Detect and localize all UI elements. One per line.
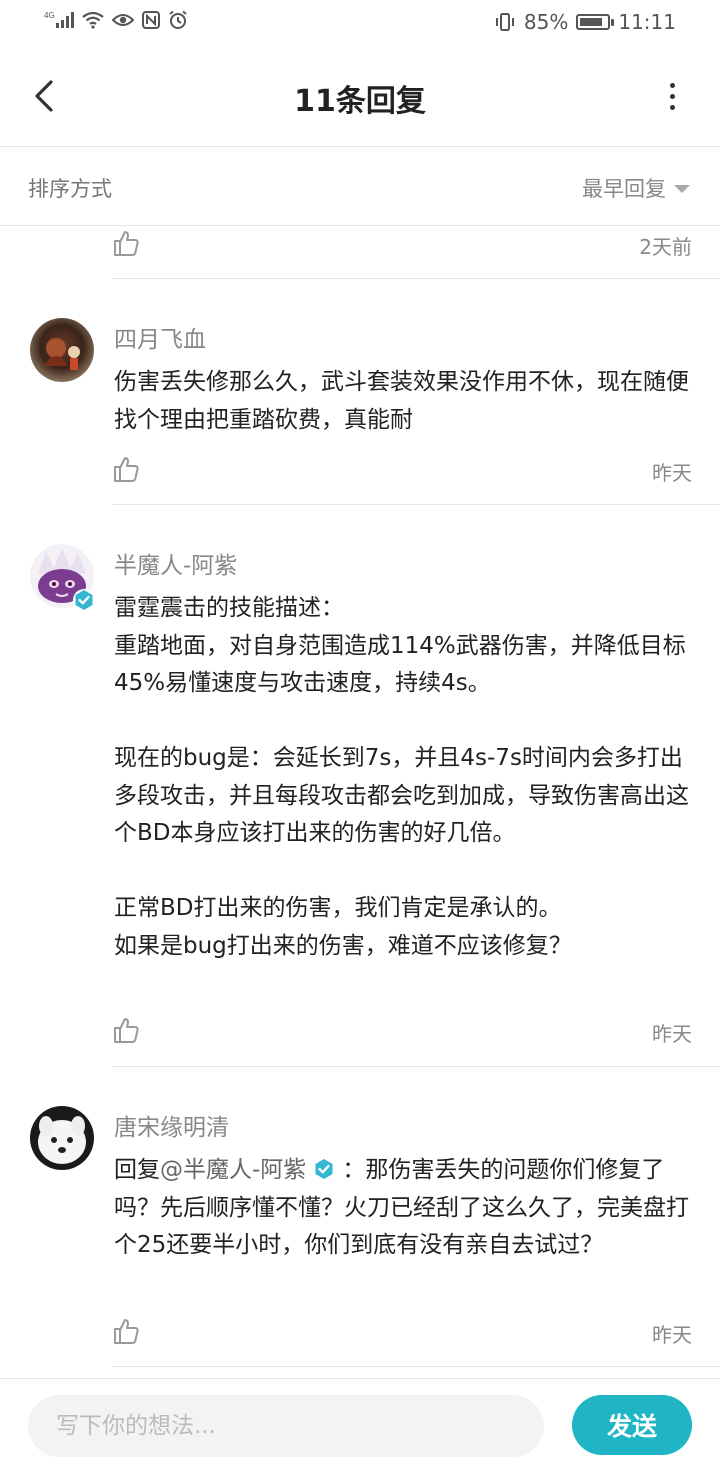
sort-dropdown[interactable]: 最早回复 bbox=[582, 173, 690, 203]
sort-label: 排序方式 bbox=[28, 177, 112, 201]
comment-time: 昨天 bbox=[652, 461, 692, 485]
comment-divider bbox=[112, 1066, 720, 1067]
comment-content: 伤害丢失修那么久，武斗套装效果没作用不休，现在随便找个理由把重踏砍费，真能耐 bbox=[114, 369, 689, 433]
more-options-button[interactable] bbox=[660, 76, 684, 116]
comment-meta: 昨天 bbox=[112, 1313, 692, 1353]
comment-meta: 2天前 bbox=[112, 225, 692, 265]
eye-icon bbox=[112, 12, 134, 28]
reply-mention-link[interactable]: @半魔人-阿紫 bbox=[160, 1157, 306, 1183]
vibrate-icon bbox=[494, 13, 516, 31]
comment-divider bbox=[112, 278, 720, 279]
svg-text:4G: 4G bbox=[44, 11, 55, 20]
battery-percent: 85% bbox=[523, 10, 569, 34]
caret-down-icon bbox=[674, 185, 690, 193]
comment-time: 2天前 bbox=[639, 235, 692, 259]
header: 11条回复 bbox=[0, 46, 720, 147]
comment-divider bbox=[112, 1366, 720, 1367]
comment-input[interactable] bbox=[28, 1395, 544, 1457]
like-icon[interactable] bbox=[112, 1317, 140, 1345]
status-left: 4G bbox=[44, 10, 188, 30]
send-button[interactable]: 发送 bbox=[572, 1395, 692, 1455]
verified-badge-icon bbox=[315, 1159, 333, 1179]
battery-icon bbox=[576, 14, 615, 30]
status-right: 85% 11:11 bbox=[494, 10, 676, 34]
more-dot-icon bbox=[669, 93, 675, 99]
alarm-icon bbox=[168, 10, 188, 30]
verified-badge-icon bbox=[72, 588, 96, 616]
comment-time: 昨天 bbox=[652, 1022, 692, 1046]
nfc-icon bbox=[142, 11, 160, 29]
username[interactable]: 半魔人-阿紫 bbox=[114, 546, 237, 580]
like-icon[interactable] bbox=[112, 229, 140, 257]
status-bar: 4G 85% 11:11 bbox=[0, 0, 720, 46]
comment-composer: 发送 bbox=[0, 1378, 720, 1470]
comment-content: 雷霆震击的技能描述： 重踏地面，对自身范围造成114%武器伤害，并降低目标45%… bbox=[114, 595, 689, 959]
more-dot-icon bbox=[669, 104, 675, 110]
comment-divider bbox=[112, 504, 720, 505]
page-title: 11条回复 bbox=[294, 84, 426, 119]
comment-content: 回复@半魔人-阿紫 ：那伤害丢失的问题你们修复了吗？先后顺序懂不懂？火刀已经刮了这… bbox=[114, 1152, 700, 1265]
comment-meta: 昨天 bbox=[112, 1012, 692, 1052]
username[interactable]: 唐宋缘明清 bbox=[114, 1108, 229, 1142]
more-dot-icon bbox=[669, 82, 675, 88]
like-icon[interactable] bbox=[112, 1016, 140, 1044]
like-icon[interactable] bbox=[112, 455, 140, 483]
wifi-icon bbox=[82, 11, 104, 29]
avatar[interactable] bbox=[30, 1106, 94, 1170]
sort-value: 最早回复 bbox=[582, 177, 666, 201]
avatar[interactable] bbox=[30, 318, 94, 382]
username[interactable]: 四月飞血 bbox=[114, 320, 206, 354]
comment-meta: 昨天 bbox=[112, 451, 692, 491]
sort-bar: 排序方式 最早回复 bbox=[0, 147, 720, 226]
reply-prefix: 回复 bbox=[114, 1157, 160, 1183]
signal-icon: 4G bbox=[44, 10, 74, 30]
comment-time: 昨天 bbox=[652, 1323, 692, 1347]
clock: 11:11 bbox=[618, 10, 676, 34]
